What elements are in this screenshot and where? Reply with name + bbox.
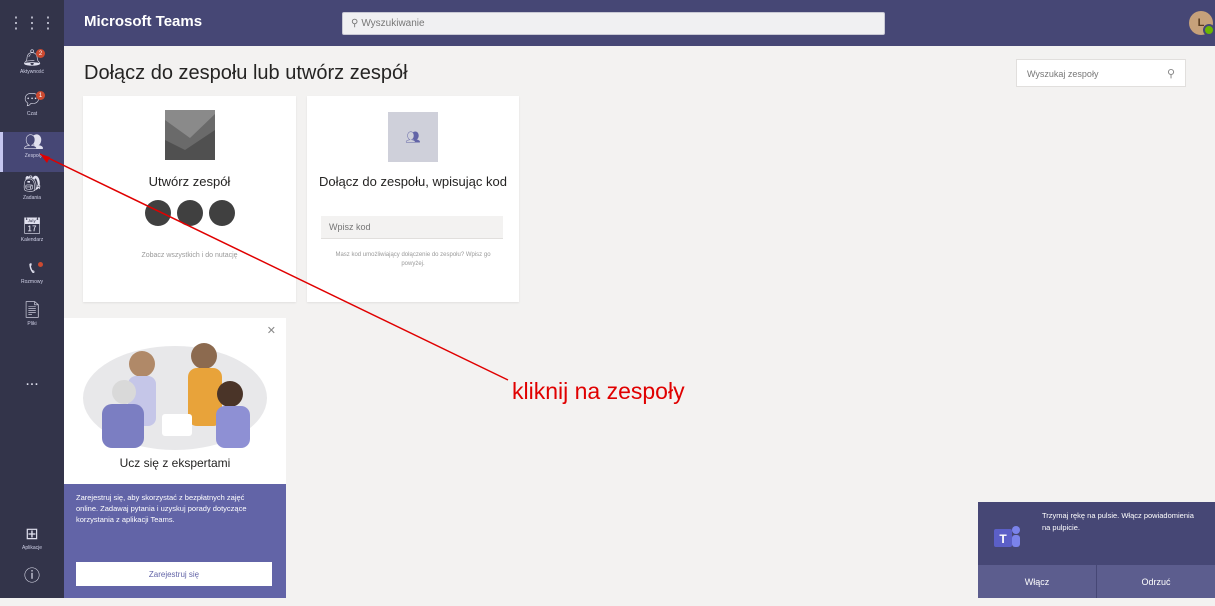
svg-text:T: T xyxy=(999,532,1007,546)
annotation-text: kliknij na zespoły xyxy=(512,378,685,404)
enable-notifications-button[interactable]: Włącz xyxy=(978,565,1096,598)
toast-text: Trzymaj rękę na pulsie. Włącz powiadomie… xyxy=(1042,511,1194,532)
notification-toast: T Trzymaj rękę na pulsie. Włącz powiadom… xyxy=(978,502,1215,598)
teams-logo-icon: T xyxy=(994,526,1020,547)
dismiss-button[interactable]: Odrzuć xyxy=(1097,565,1215,598)
